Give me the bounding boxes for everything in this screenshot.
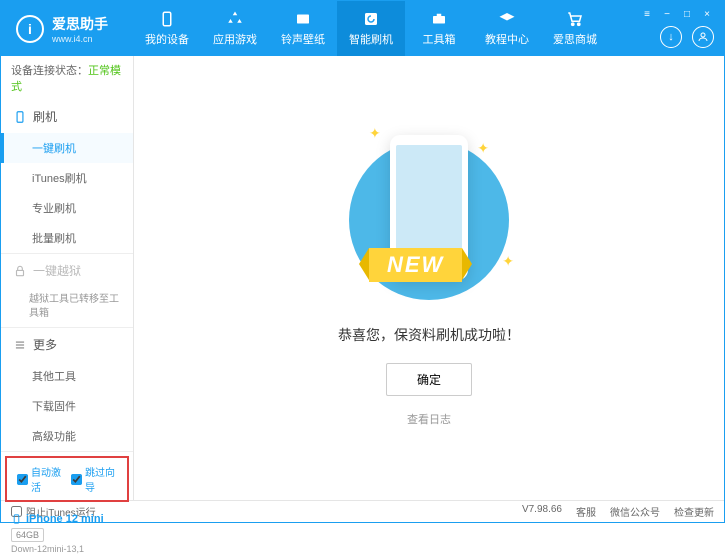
new-badge: NEW [369, 248, 462, 282]
tab-ringtones[interactable]: 铃声壁纸 [269, 1, 337, 56]
auto-activate-checkbox[interactable]: 自动激活 [17, 464, 63, 494]
sidebar-item-advanced[interactable]: 高级功能 [1, 421, 133, 451]
device-sub: Down-12mini-13,1 [11, 544, 123, 554]
logo-icon: i [16, 15, 44, 43]
tab-store[interactable]: 爱思商城 [541, 1, 609, 56]
refresh-icon [362, 10, 380, 28]
window-controls: ≡ − □ × [640, 7, 714, 21]
sidebar-item-batch[interactable]: 批量刷机 [1, 223, 133, 253]
apps-icon [226, 10, 244, 28]
options-row: 自动激活 跳过向导 [5, 456, 129, 502]
list-icon [13, 338, 27, 352]
header: i 爱思助手 www.i4.cn 我的设备 应用游戏 铃声壁纸 智能刷机 工具箱… [1, 1, 724, 56]
maximize-icon[interactable]: □ [680, 7, 694, 21]
device-icon [11, 512, 22, 526]
version-label: V7.98.66 [522, 504, 562, 519]
tab-apps[interactable]: 应用游戏 [201, 1, 269, 56]
service-link[interactable]: 客服 [576, 504, 596, 519]
tab-toolbox[interactable]: 工具箱 [405, 1, 473, 56]
connection-status: 设备连接状态：正常模式 [1, 56, 133, 100]
sidebar-section-flash[interactable]: 刷机 [1, 100, 133, 133]
main-content: ✦✦✦ NEW 恭喜您，保资料刷机成功啦！ 确定 查看日志 [134, 56, 724, 500]
sidebar-item-other[interactable]: 其他工具 [1, 361, 133, 391]
view-log-link[interactable]: 查看日志 [407, 411, 451, 427]
folder-icon [294, 10, 312, 28]
sidebar-section-more[interactable]: 更多 [1, 328, 133, 361]
toolbox-icon [430, 10, 448, 28]
skip-guide-checkbox[interactable]: 跳过向导 [71, 464, 117, 494]
nav-tabs: 我的设备 应用游戏 铃声壁纸 智能刷机 工具箱 教程中心 爱思商城 [133, 1, 609, 56]
success-illustration: ✦✦✦ NEW [349, 130, 509, 310]
close-icon[interactable]: × [700, 7, 714, 21]
sidebar-item-pro[interactable]: 专业刷机 [1, 193, 133, 223]
storage-badge: 64GB [11, 528, 44, 542]
app-url: www.i4.cn [52, 34, 108, 44]
user-icon[interactable] [692, 26, 714, 48]
graduation-icon [498, 10, 516, 28]
sidebar-item-firmware[interactable]: 下载固件 [1, 391, 133, 421]
sidebar-item-itunes[interactable]: iTunes刷机 [1, 163, 133, 193]
tab-tutorials[interactable]: 教程中心 [473, 1, 541, 56]
update-link[interactable]: 检查更新 [674, 504, 714, 519]
cart-icon [566, 10, 584, 28]
sidebar: 设备连接状态：正常模式 刷机 一键刷机 iTunes刷机 专业刷机 批量刷机 一… [1, 56, 134, 500]
app-name: 爱思助手 [52, 14, 108, 34]
ok-button[interactable]: 确定 [386, 363, 472, 396]
jailbreak-note: 越狱工具已转移至工具箱 [1, 287, 133, 327]
logo-area: i 爱思助手 www.i4.cn [1, 14, 123, 44]
minimize-icon[interactable]: − [660, 7, 674, 21]
tab-flash[interactable]: 智能刷机 [337, 1, 405, 56]
menu-icon[interactable]: ≡ [640, 7, 654, 21]
phone-icon [158, 10, 176, 28]
device-info[interactable]: iPhone 12 mini 64GB Down-12mini-13,1 [1, 506, 133, 560]
sidebar-section-jailbreak[interactable]: 一键越狱 [1, 254, 133, 287]
wechat-link[interactable]: 微信公众号 [610, 504, 660, 519]
phone-icon [13, 110, 27, 124]
sidebar-item-oneclick[interactable]: 一键刷机 [1, 133, 133, 163]
download-icon[interactable]: ↓ [660, 26, 682, 48]
success-message: 恭喜您，保资料刷机成功啦！ [338, 325, 520, 345]
tab-my-device[interactable]: 我的设备 [133, 1, 201, 56]
lock-icon [13, 264, 27, 278]
